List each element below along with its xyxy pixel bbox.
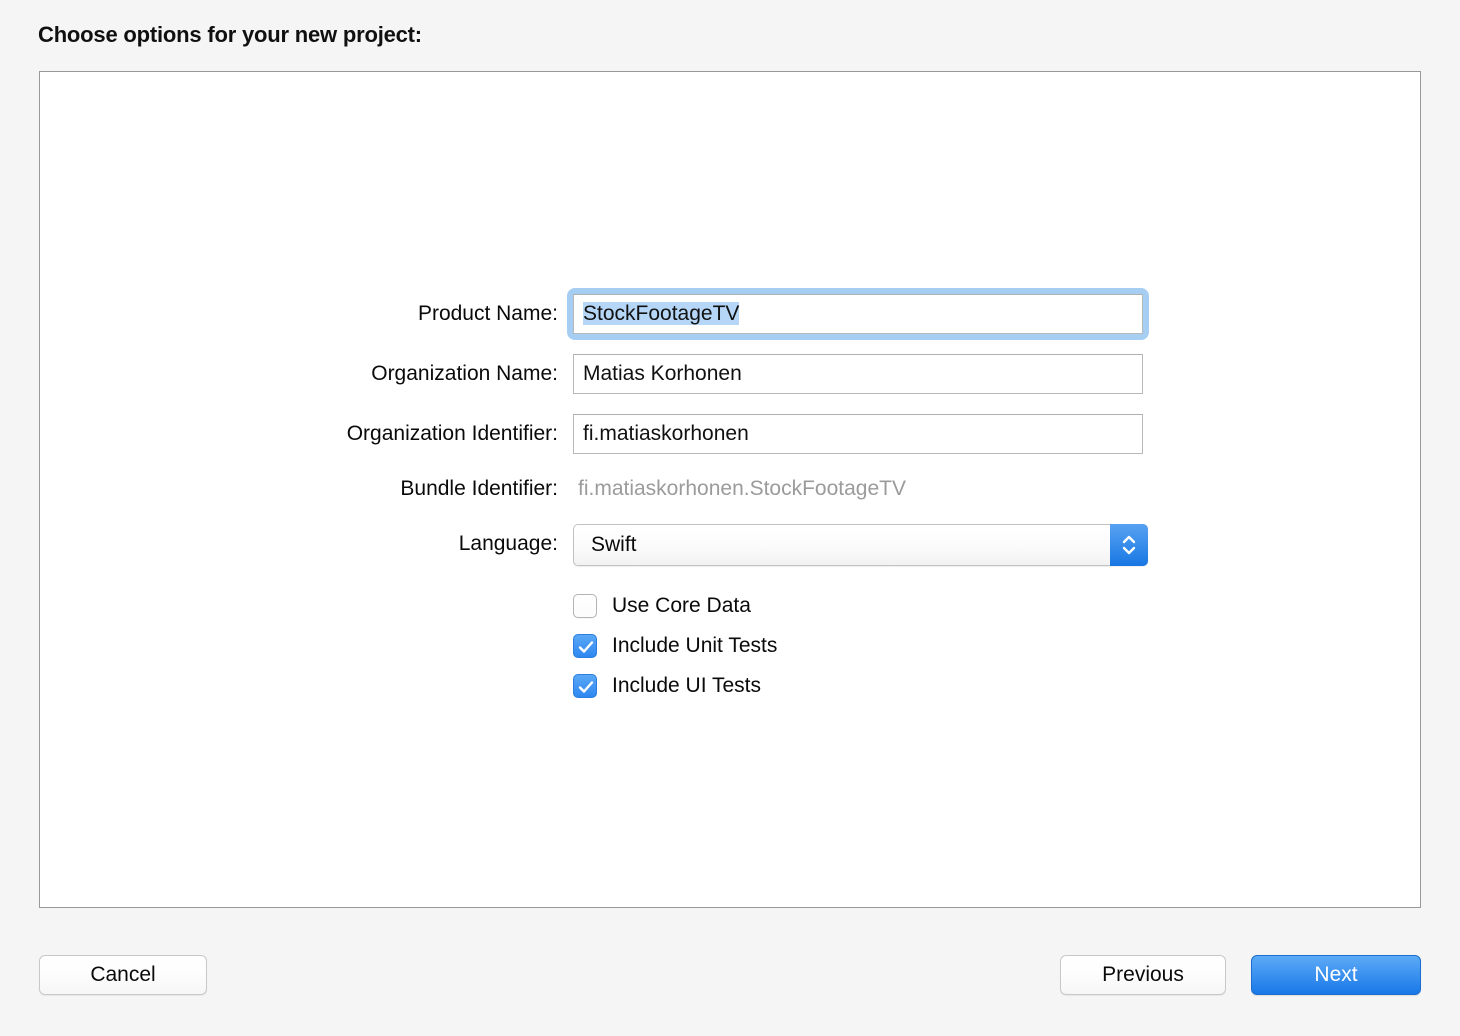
- use-core-data-label: Use Core Data: [612, 594, 751, 617]
- use-core-data-checkbox[interactable]: [573, 594, 597, 618]
- include-ui-tests-checkbox[interactable]: [573, 674, 597, 698]
- include-ui-tests-label: Include UI Tests: [612, 674, 762, 697]
- organization-name-input[interactable]: Matias Korhonen: [573, 354, 1143, 394]
- organization-identifier-label: Organization Identifier:: [346, 422, 558, 445]
- cancel-button[interactable]: Cancel: [39, 955, 207, 995]
- organization-name-label-wrap: Organization Name:: [180, 354, 558, 394]
- language-label-wrap: Language:: [180, 524, 558, 564]
- bundle-identifier-label: Bundle Identifier:: [400, 477, 558, 500]
- bundle-identifier-value: fi.matiaskorhonen.StockFootageTV: [578, 477, 907, 500]
- product-name-label-wrap: Product Name:: [180, 294, 558, 334]
- organization-identifier-label-wrap: Organization Identifier:: [180, 414, 558, 454]
- language-selected-value: Swift: [591, 533, 637, 556]
- bundle-identifier-label-wrap: Bundle Identifier:: [180, 469, 558, 509]
- checkmark-icon: [578, 681, 594, 693]
- include-unit-tests-label: Include Unit Tests: [612, 634, 778, 657]
- product-name-label: Product Name:: [417, 302, 558, 325]
- page-title: Choose options for your new project:: [38, 22, 422, 47]
- checkmark-icon: [578, 641, 594, 653]
- organization-name-label: Organization Name:: [371, 362, 558, 385]
- language-label: Language:: [458, 532, 558, 555]
- include-unit-tests-checkbox[interactable]: [573, 634, 597, 658]
- chevron-up-down-icon[interactable]: [1110, 524, 1148, 566]
- product-name-value: StockFootageTV: [583, 302, 740, 325]
- next-button[interactable]: Next: [1251, 955, 1421, 995]
- new-project-options-dialog: Choose options for your new project: Pro…: [0, 0, 1460, 1036]
- previous-button[interactable]: Previous: [1060, 955, 1226, 995]
- language-select[interactable]: Swift: [573, 524, 1148, 566]
- organization-identifier-input[interactable]: fi.matiaskorhonen: [573, 414, 1143, 454]
- product-name-input[interactable]: StockFootageTV: [573, 294, 1143, 334]
